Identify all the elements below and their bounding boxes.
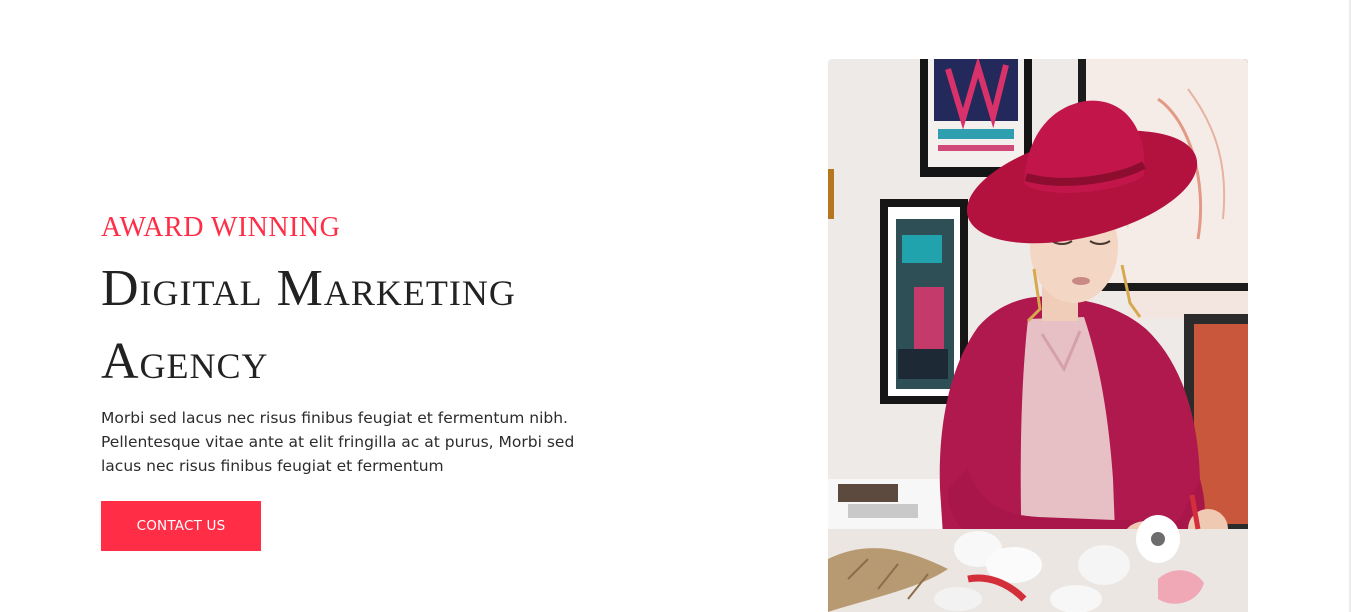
hero-eyebrow: AWARD WINNING (101, 212, 341, 243)
hero-photo-illustration (828, 59, 1248, 612)
hero-photo (828, 59, 1248, 612)
contact-us-button[interactable]: CONTACT US (101, 501, 261, 551)
hero-description: Morbi sed lacus nec risus finibus feugia… (101, 409, 575, 475)
hero-title-line-1: Digital Marketing (101, 260, 516, 317)
hero-text-block: AWARD WINNING Digital Marketing Agency M… (101, 208, 661, 478)
hero-title-line-2: Agency (101, 333, 269, 390)
hero-title: Digital Marketing Agency (101, 252, 661, 398)
